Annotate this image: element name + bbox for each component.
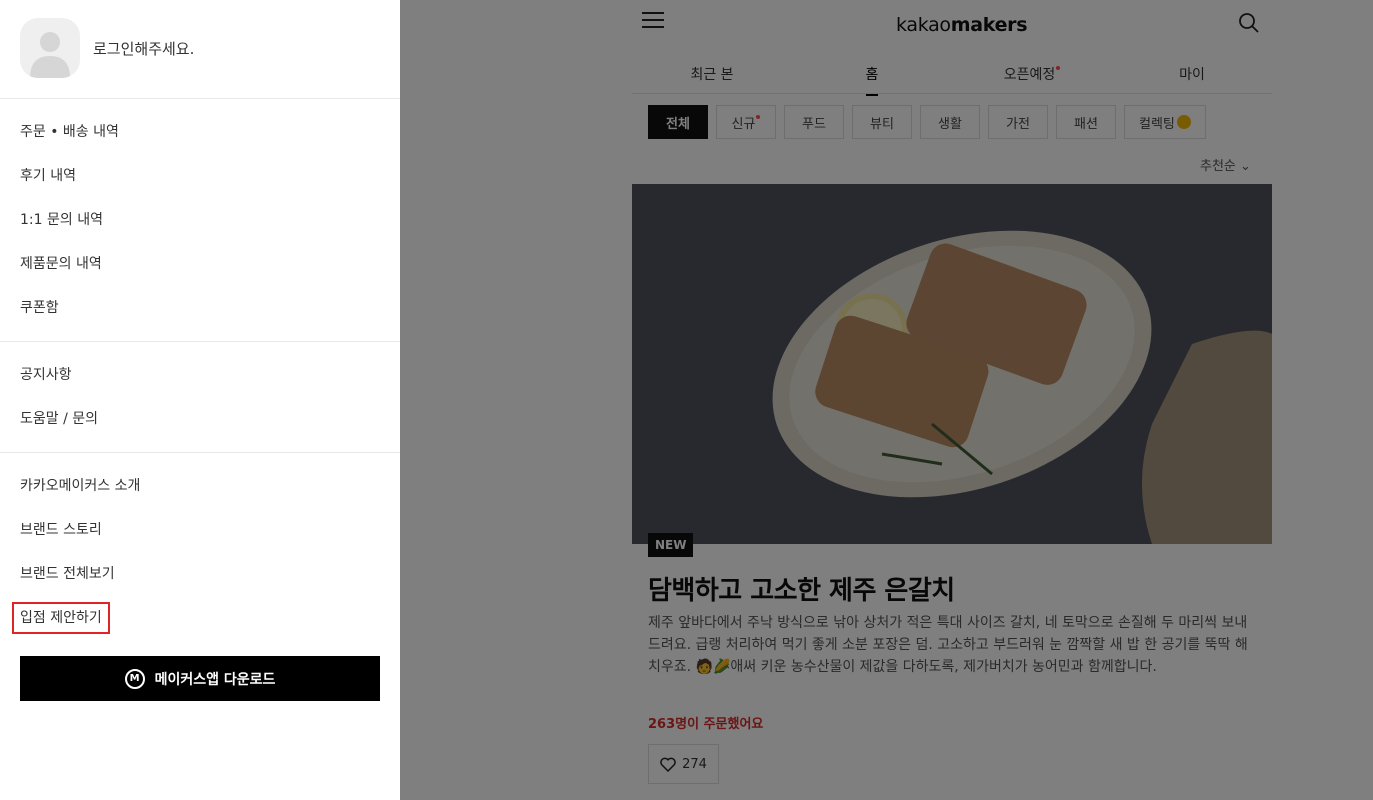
- menu-group-support: 공지사항 도움말 / 문의: [0, 342, 400, 453]
- menu-item-all-brands[interactable]: 브랜드 전체보기: [0, 552, 400, 596]
- profile-section: 로그인해주세요.: [0, 0, 400, 99]
- menu-item-orders[interactable]: 주문 • 배송 내역: [0, 110, 400, 154]
- menu-item-help[interactable]: 도움말 / 문의: [0, 397, 400, 441]
- default-user-icon: [30, 32, 70, 78]
- menu-item-inquiries[interactable]: 1:1 문의 내역: [0, 198, 400, 242]
- menu-item-reviews[interactable]: 후기 내역: [0, 154, 400, 198]
- menu-item-product-inquiries[interactable]: 제품문의 내역: [0, 242, 400, 286]
- menu-item-partner-proposal[interactable]: 입점 제안하기: [0, 596, 400, 640]
- menu-item-notices[interactable]: 공지사항: [0, 353, 400, 397]
- side-drawer: 로그인해주세요. 주문 • 배송 내역 후기 내역 1:1 문의 내역 제품문의…: [0, 0, 400, 800]
- menu-item-brand-story[interactable]: 브랜드 스토리: [0, 508, 400, 552]
- makers-app-icon: M: [124, 668, 145, 689]
- menu-item-about[interactable]: 카카오메이커스 소개: [0, 464, 400, 508]
- login-prompt[interactable]: 로그인해주세요.: [93, 38, 194, 59]
- avatar[interactable]: [20, 18, 80, 78]
- app-download-button[interactable]: M 메이커스앱 다운로드: [20, 656, 380, 701]
- app-download-label: 메이커스앱 다운로드: [154, 671, 276, 688]
- partner-proposal-label: 입점 제안하기: [12, 602, 110, 634]
- menu-group-about: 카카오메이커스 소개 브랜드 스토리 브랜드 전체보기 입점 제안하기: [0, 453, 400, 651]
- menu-group-account: 주문 • 배송 내역 후기 내역 1:1 문의 내역 제품문의 내역 쿠폰함: [0, 99, 400, 342]
- menu-item-coupons[interactable]: 쿠폰함: [0, 286, 400, 330]
